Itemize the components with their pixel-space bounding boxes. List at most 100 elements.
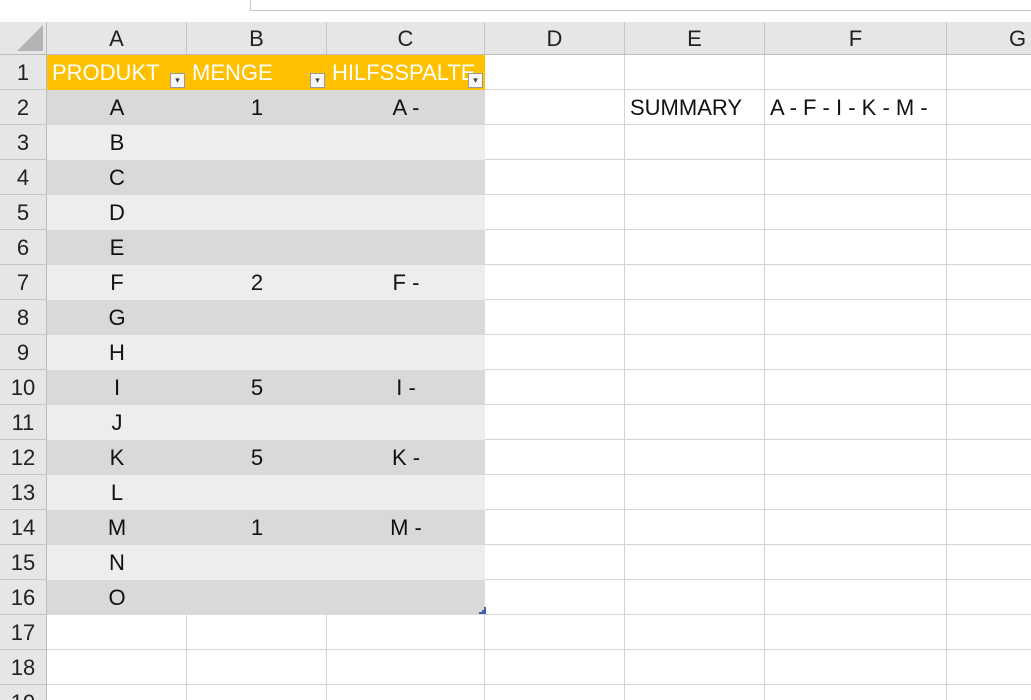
table-cell[interactable]: H	[47, 335, 187, 370]
cell-g1[interactable]	[947, 55, 1031, 90]
cell-f9[interactable]	[765, 335, 947, 370]
table-cell[interactable]: M	[47, 510, 187, 545]
table-cell[interactable]	[327, 230, 485, 265]
row-header-3[interactable]: 3	[0, 125, 47, 160]
table-cell[interactable]: K	[47, 440, 187, 475]
cell-d9[interactable]	[485, 335, 625, 370]
cell-d5[interactable]	[485, 195, 625, 230]
table-cell[interactable]: M -	[327, 510, 485, 545]
cell-d17[interactable]	[485, 615, 625, 650]
row-header-14[interactable]: 14	[0, 510, 47, 545]
cell-g2[interactable]	[947, 90, 1031, 125]
table-cell[interactable]	[187, 230, 327, 265]
table-resize-handle[interactable]	[479, 607, 486, 614]
table-cell[interactable]	[327, 580, 485, 615]
cell-g19[interactable]	[947, 685, 1031, 700]
table-cell[interactable]: D	[47, 195, 187, 230]
cell-e5[interactable]	[625, 195, 765, 230]
cell-e17[interactable]	[625, 615, 765, 650]
cell-e7[interactable]	[625, 265, 765, 300]
cell-e14[interactable]	[625, 510, 765, 545]
row-header-19[interactable]: 19	[0, 685, 47, 700]
row-header-7[interactable]: 7	[0, 265, 47, 300]
cell-c19[interactable]	[327, 685, 485, 700]
cell-d8[interactable]	[485, 300, 625, 335]
cell-f13[interactable]	[765, 475, 947, 510]
cell-e9[interactable]	[625, 335, 765, 370]
table-cell[interactable]	[187, 160, 327, 195]
table-cell[interactable]	[187, 300, 327, 335]
cell-b18[interactable]	[187, 650, 327, 685]
row-header-15[interactable]: 15	[0, 545, 47, 580]
cell-e11[interactable]	[625, 405, 765, 440]
cell-d1[interactable]	[485, 55, 625, 90]
table-cell[interactable]: B	[47, 125, 187, 160]
cell-e19[interactable]	[625, 685, 765, 700]
table-cell[interactable]	[187, 195, 327, 230]
cell-g4[interactable]	[947, 160, 1031, 195]
cell-d16[interactable]	[485, 580, 625, 615]
cell-f11[interactable]	[765, 405, 947, 440]
row-header-4[interactable]: 4	[0, 160, 47, 195]
table-cell[interactable]: 2	[187, 265, 327, 300]
column-header-f[interactable]: F	[765, 22, 947, 55]
cell-g17[interactable]	[947, 615, 1031, 650]
table-cell[interactable]: E	[47, 230, 187, 265]
table-cell[interactable]: F	[47, 265, 187, 300]
cell-g16[interactable]	[947, 580, 1031, 615]
row-header-17[interactable]: 17	[0, 615, 47, 650]
cell-g15[interactable]	[947, 545, 1031, 580]
cell-g5[interactable]	[947, 195, 1031, 230]
cell-d19[interactable]	[485, 685, 625, 700]
cell-g11[interactable]	[947, 405, 1031, 440]
cell-g7[interactable]	[947, 265, 1031, 300]
cell-f4[interactable]	[765, 160, 947, 195]
table-cell[interactable]: N	[47, 545, 187, 580]
table-cell[interactable]: J	[47, 405, 187, 440]
cell-e3[interactable]	[625, 125, 765, 160]
cell-d2[interactable]	[485, 90, 625, 125]
cell-e12[interactable]	[625, 440, 765, 475]
cell-d6[interactable]	[485, 230, 625, 265]
row-header-2[interactable]: 2	[0, 90, 47, 125]
cell-b19[interactable]	[187, 685, 327, 700]
cell-d10[interactable]	[485, 370, 625, 405]
row-header-9[interactable]: 9	[0, 335, 47, 370]
cell-g3[interactable]	[947, 125, 1031, 160]
cell-f12[interactable]	[765, 440, 947, 475]
cell-e4[interactable]	[625, 160, 765, 195]
table-header-cell[interactable]: PRODUKT ▾	[47, 55, 187, 90]
cell-f15[interactable]	[765, 545, 947, 580]
table-cell[interactable]: L	[47, 475, 187, 510]
table-cell[interactable]	[327, 405, 485, 440]
row-header-13[interactable]: 13	[0, 475, 47, 510]
cell-g8[interactable]	[947, 300, 1031, 335]
column-header-g[interactable]: G	[947, 22, 1031, 55]
cell-f14[interactable]	[765, 510, 947, 545]
row-header-12[interactable]: 12	[0, 440, 47, 475]
filter-dropdown-button[interactable]: ▾	[170, 73, 185, 88]
table-cell[interactable]: 1	[187, 510, 327, 545]
formula-bar[interactable]	[250, 0, 1031, 11]
cell-f18[interactable]	[765, 650, 947, 685]
summary-value-cell[interactable]: A - F - I - K - M -	[765, 90, 947, 125]
table-cell[interactable]: I -	[327, 370, 485, 405]
cell-d12[interactable]	[485, 440, 625, 475]
cell-b17[interactable]	[187, 615, 327, 650]
cell-e6[interactable]	[625, 230, 765, 265]
cell-e15[interactable]	[625, 545, 765, 580]
row-header-8[interactable]: 8	[0, 300, 47, 335]
table-cell[interactable]: A	[47, 90, 187, 125]
cell-g6[interactable]	[947, 230, 1031, 265]
column-header-e[interactable]: E	[625, 22, 765, 55]
table-cell[interactable]	[187, 405, 327, 440]
table-cell[interactable]: A -	[327, 90, 485, 125]
table-cell[interactable]	[187, 125, 327, 160]
cell-d11[interactable]	[485, 405, 625, 440]
cell-d18[interactable]	[485, 650, 625, 685]
cell-f1[interactable]	[765, 55, 947, 90]
cell-g13[interactable]	[947, 475, 1031, 510]
column-header-b[interactable]: B	[187, 22, 327, 55]
cell-g10[interactable]	[947, 370, 1031, 405]
table-cell[interactable]: 1	[187, 90, 327, 125]
